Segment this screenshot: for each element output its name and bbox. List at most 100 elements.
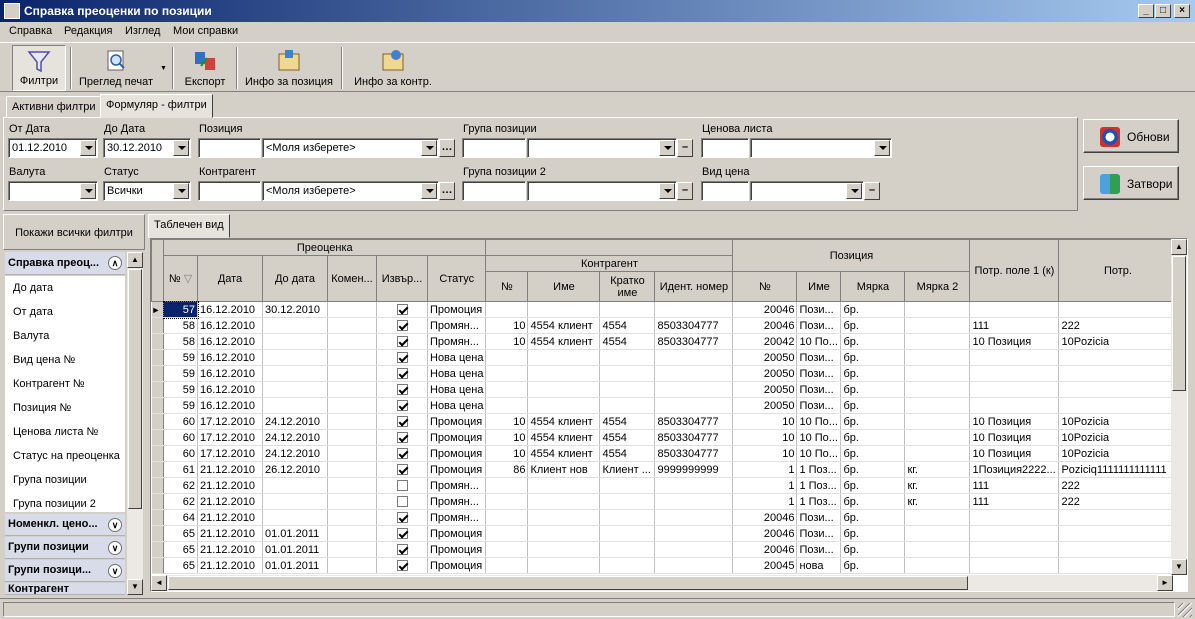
col-contragent-short[interactable]: Кратко име: [599, 271, 656, 302]
cell-comment[interactable]: [327, 301, 377, 318]
checkbox[interactable]: [396, 352, 408, 364]
cell-unit2[interactable]: [904, 301, 971, 318]
cell-e2[interactable]: [1058, 557, 1178, 574]
sidebar-group-item-groups[interactable]: Групи позиции ∨: [5, 537, 125, 559]
status-select[interactable]: Всички: [103, 181, 191, 201]
cell-unit[interactable]: бр.: [840, 477, 906, 494]
cell-done[interactable]: [376, 317, 428, 334]
table-row[interactable]: 60 17.12.2010 24.12.2010 Промоция 10 4554 кли…: [151, 413, 1178, 430]
cell-no[interactable]: 59: [163, 397, 198, 414]
cell-to[interactable]: 01.01.2011: [262, 557, 328, 574]
table-row[interactable]: 59 16.12.2010 Нова цена 20050 Пози... бр.: [151, 381, 1178, 398]
cell-e2[interactable]: 222: [1058, 493, 1178, 510]
table-row[interactable]: 59 16.12.2010 Нова цена 20050 Пози... бр.: [151, 397, 1178, 414]
row-selector[interactable]: [151, 509, 164, 526]
close-window-button[interactable]: ×: [1174, 4, 1190, 18]
cell-unit2[interactable]: [904, 349, 971, 366]
cell-cshort[interactable]: 4554: [599, 429, 656, 446]
cell-pno[interactable]: 20046: [732, 317, 798, 334]
contragent-info-button[interactable]: Инфо за контр.: [350, 45, 436, 91]
list-item[interactable]: Статус на преоценка: [13, 450, 120, 462]
position-select[interactable]: <Моля изберете>: [262, 138, 439, 158]
cell-comment[interactable]: [327, 317, 377, 334]
row-selector[interactable]: [151, 381, 164, 398]
current-row-arrow-icon[interactable]: ►: [151, 301, 164, 318]
cell-to[interactable]: 01.01.2011: [262, 541, 328, 558]
cell-cid[interactable]: [654, 525, 734, 542]
cell-date[interactable]: 16.12.2010: [197, 333, 263, 350]
cell-done[interactable]: [376, 333, 428, 350]
cell-unit2[interactable]: [904, 413, 971, 430]
maximize-button[interactable]: □: [1155, 4, 1171, 18]
cell-unit[interactable]: бр.: [840, 349, 906, 366]
cell-done[interactable]: [376, 301, 428, 318]
to-date-field[interactable]: 30.12.2010: [103, 138, 191, 158]
chevron-down-icon[interactable]: [659, 183, 675, 199]
cell-date[interactable]: 21.12.2010: [197, 461, 263, 478]
col-status[interactable]: Статус: [426, 255, 487, 302]
cell-done[interactable]: [376, 525, 428, 542]
cell-done[interactable]: [376, 445, 428, 462]
list-item[interactable]: До дата: [13, 282, 53, 294]
cell-e1[interactable]: 10 Позиция: [969, 445, 1060, 462]
cell-cno[interactable]: [485, 477, 529, 494]
table-row[interactable]: 65 21.12.2010 01.01.2011 Промоция 20046 Пози.…: [151, 525, 1178, 542]
cell-to[interactable]: [262, 509, 328, 526]
cell-pname[interactable]: 1 Поз...: [796, 493, 842, 510]
table-row[interactable]: 61 21.12.2010 26.12.2010 Промоция 86 Клиент н…: [151, 461, 1178, 478]
cell-cid[interactable]: [654, 301, 734, 318]
table-row[interactable]: 65 21.12.2010 01.01.2011 Промоция 20046 Пози.…: [151, 541, 1178, 558]
cell-done[interactable]: [376, 349, 428, 366]
cell-to[interactable]: [262, 493, 328, 510]
cell-status[interactable]: Промоция: [427, 541, 487, 558]
row-selector[interactable]: [151, 557, 164, 574]
cell-cshort[interactable]: [599, 381, 656, 398]
cell-cname[interactable]: [527, 557, 601, 574]
cell-cid[interactable]: [654, 509, 734, 526]
cell-cshort[interactable]: [599, 349, 656, 366]
cell-to[interactable]: [262, 333, 328, 350]
chevron-down-icon[interactable]: [421, 140, 437, 156]
table-row[interactable]: ► 57 16.12.2010 30.12.2010 Промоция 20046 Пози…: [151, 300, 1178, 319]
checkbox[interactable]: [396, 336, 408, 348]
cell-to[interactable]: 01.01.2011: [262, 525, 328, 542]
cell-cshort[interactable]: 4554: [599, 317, 656, 334]
chevron-down-icon[interactable]: [846, 183, 862, 199]
cell-done[interactable]: [376, 541, 428, 558]
cell-pname[interactable]: 10 По...: [796, 429, 842, 446]
chevron-down-icon[interactable]: [421, 183, 437, 199]
cell-cshort[interactable]: 4554: [599, 445, 656, 462]
sidebar-group-contragent[interactable]: Контрагент: [5, 583, 125, 595]
cell-e1[interactable]: 111: [969, 493, 1060, 510]
table-row[interactable]: 65 21.12.2010 01.01.2011 Промоция 20045 нова б…: [151, 557, 1178, 574]
checkbox[interactable]: [396, 432, 408, 444]
cell-pno[interactable]: 20045: [732, 557, 798, 574]
row-selector[interactable]: [151, 333, 164, 350]
chevron-down-icon[interactable]: [659, 140, 675, 156]
cell-pname[interactable]: Пози...: [796, 509, 842, 526]
contragent-select[interactable]: <Моля изберете>: [262, 181, 439, 201]
sidebar-scrollbar[interactable]: ▲ ▼: [127, 252, 143, 595]
cell-comment[interactable]: [327, 541, 377, 558]
cell-unit2[interactable]: кг.: [904, 461, 971, 478]
scrollbar-thumb[interactable]: [168, 576, 968, 590]
cell-e1[interactable]: [969, 301, 1060, 318]
cell-comment[interactable]: [327, 381, 377, 398]
contragent-browse-button[interactable]: …: [439, 182, 455, 200]
cell-pno[interactable]: 1: [732, 477, 798, 494]
cell-pname[interactable]: Пози...: [796, 349, 842, 366]
cell-unit2[interactable]: кг.: [904, 477, 971, 494]
cell-unit2[interactable]: [904, 541, 971, 558]
col-contragent-no[interactable]: №: [485, 271, 529, 302]
cell-cshort[interactable]: Клиент ...: [599, 461, 656, 478]
list-item[interactable]: Група позиции: [13, 474, 87, 486]
cell-to[interactable]: [262, 365, 328, 382]
table-row[interactable]: 62 21.12.2010 Промян... 1 1 Поз... бр. кг. 111 2…: [151, 477, 1178, 494]
cell-pname[interactable]: Пози...: [796, 381, 842, 398]
cell-no[interactable]: 62: [163, 493, 198, 510]
row-selector[interactable]: [151, 461, 164, 478]
cell-to[interactable]: 24.12.2010: [262, 413, 328, 430]
cell-e2[interactable]: [1058, 525, 1178, 542]
cell-date[interactable]: 16.12.2010: [197, 301, 263, 318]
col-no[interactable]: № ▽: [163, 255, 198, 302]
